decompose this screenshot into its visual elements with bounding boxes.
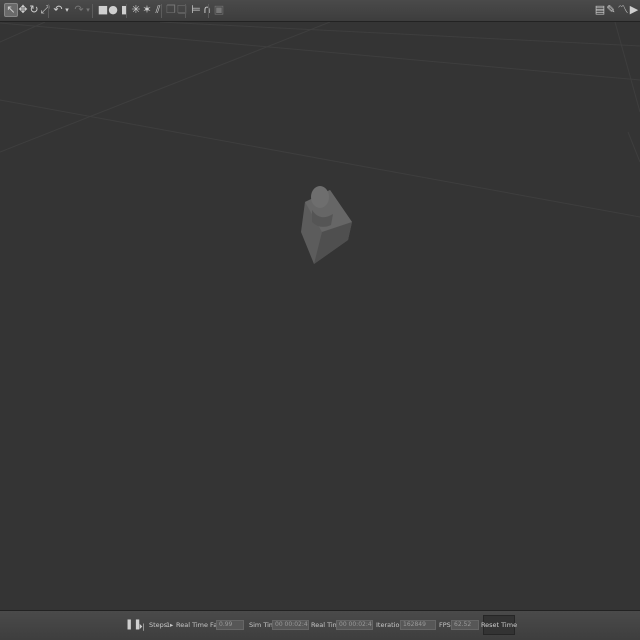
video-record-icon[interactable]: ▶ <box>627 3 640 17</box>
scene-background <box>0 22 640 610</box>
paste-icon[interactable]: ❏ <box>175 3 189 17</box>
toolbar-separator <box>126 4 127 18</box>
view-angle-icon[interactable]: ▣ <box>212 3 226 17</box>
directional-light-icon[interactable]: ⫽ <box>151 3 165 17</box>
real-time-factor-field: 0.99 <box>216 620 244 630</box>
toolbar-separator <box>185 4 186 18</box>
steps-arrow-icon[interactable]: ▸ <box>170 621 173 630</box>
robot-head <box>311 186 329 208</box>
top-toolbar: ↖ ✥ ↻ ⤢ ↶ ▾ ↷ ▾ ■ ● ▮ ✳ ✶ ⫽ ❐ ❏ ⊨ ∩ ▣ ▤ ✎ 〽 ▶ <box>0 0 640 22</box>
toolbar-separator <box>92 4 93 18</box>
gazebo-window: ↖ ✥ ↻ ⤢ ↶ ▾ ↷ ▾ ■ ● ▮ ✳ ✶ ⫽ ❐ ❏ ⊨ ∩ ▣ ▤ ✎ 〽 ▶ <box>0 0 640 640</box>
toolbar-separator <box>48 4 49 18</box>
undo-dropdown-icon[interactable]: ▾ <box>63 3 71 17</box>
status-bar: ❚❚ ⏵| Steps: 1 ▸ Real Time Factor: 0.99 … <box>0 610 640 640</box>
real-time-field: 00 00:02:44.188 <box>336 620 373 630</box>
fps-field: 62.52 <box>451 620 479 630</box>
scene-viewport[interactable] <box>0 22 640 610</box>
toolbar-separator <box>161 4 162 18</box>
sim-time-field: 00 00:02:42.849 <box>272 620 309 630</box>
redo-dropdown-icon[interactable]: ▾ <box>84 3 92 17</box>
step-button[interactable]: ⏵| <box>139 621 145 633</box>
scene-canvas <box>0 22 640 610</box>
toolbar-separator <box>208 4 209 18</box>
reset-time-button[interactable]: Reset Time <box>481 615 517 635</box>
iterations-field: 162849 <box>400 620 436 630</box>
scale-mode-icon[interactable]: ⤢ <box>38 3 52 17</box>
